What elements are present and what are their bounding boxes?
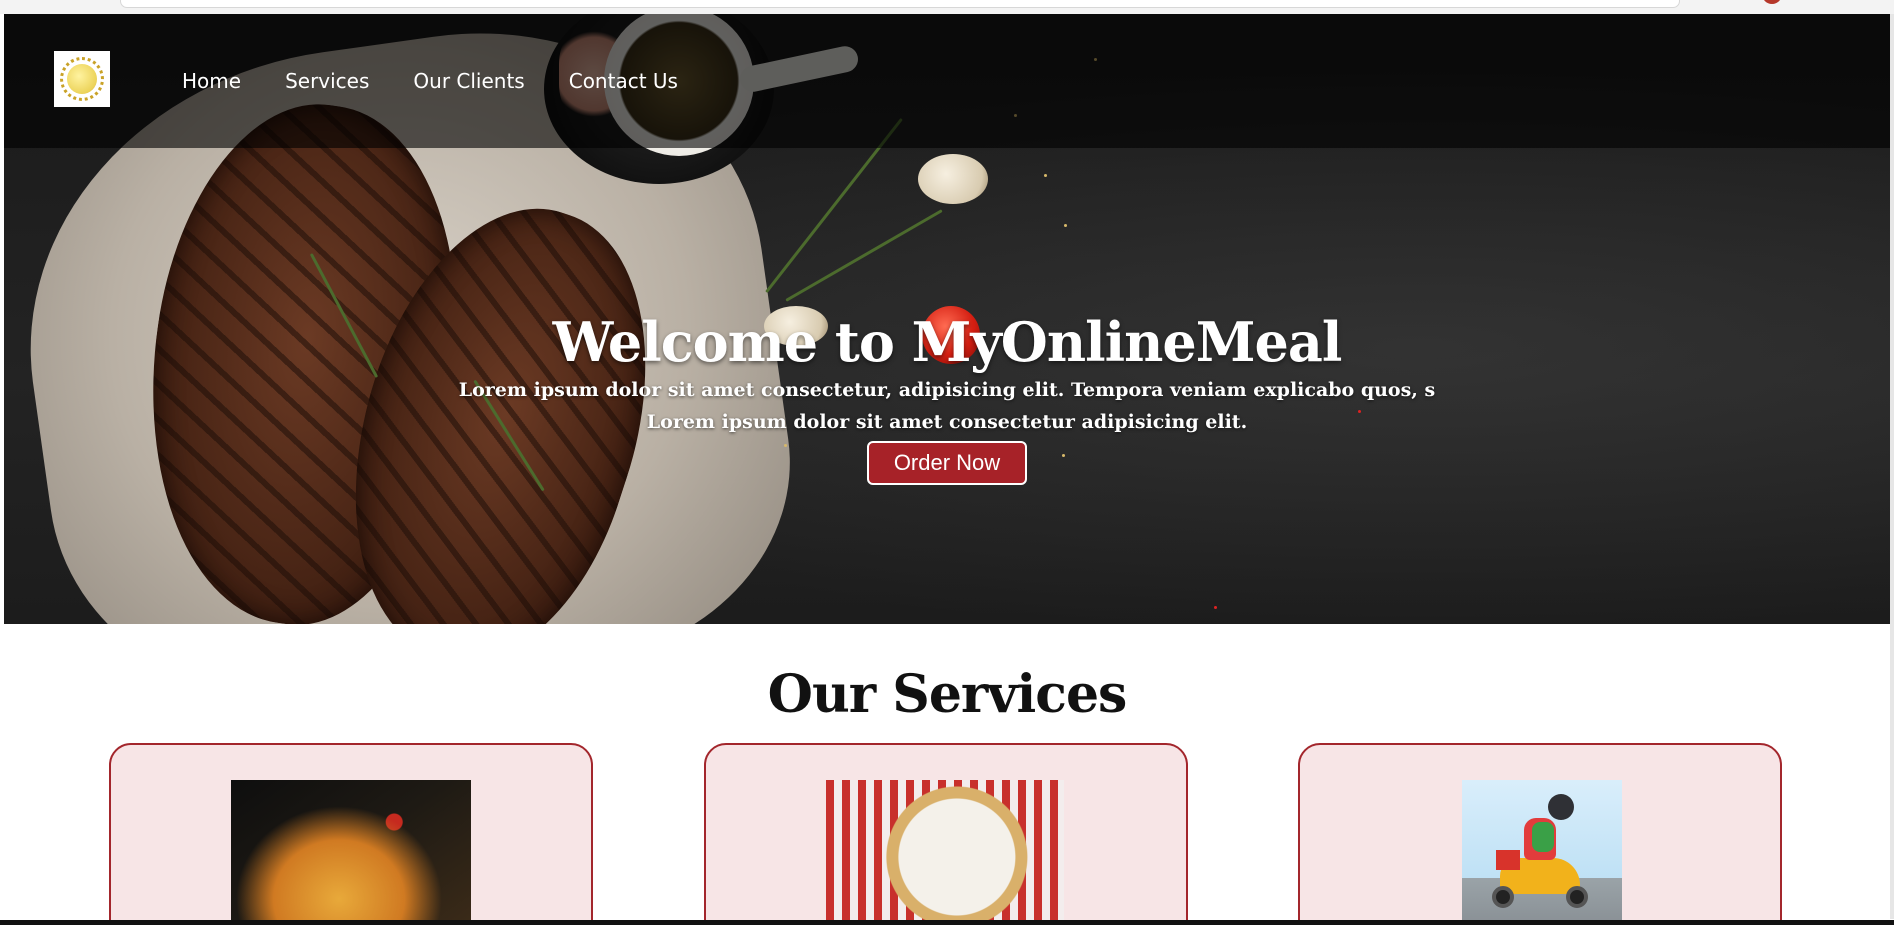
browser-toolbar bbox=[0, 0, 1894, 14]
delivery-scooter-image bbox=[1462, 780, 1622, 920]
profile-avatar[interactable] bbox=[1762, 0, 1782, 4]
navbar: Home Services Our Clients Contact Us bbox=[4, 14, 1890, 148]
rosemary-image bbox=[785, 209, 943, 302]
scooter-wheel bbox=[1566, 886, 1588, 908]
services-title: Our Services bbox=[767, 664, 1128, 725]
spice-speck bbox=[1044, 174, 1047, 177]
hero-section: Home Services Our Clients Contact Us Wel… bbox=[4, 14, 1890, 624]
pizza-slice-image bbox=[231, 780, 471, 920]
order-now-button[interactable]: Order Now bbox=[867, 441, 1027, 485]
scrollbar[interactable] bbox=[1890, 14, 1894, 919]
address-bar[interactable] bbox=[120, 0, 1680, 8]
site-logo[interactable] bbox=[54, 51, 110, 107]
service-card-dining[interactable] bbox=[704, 743, 1188, 920]
service-card-pizza[interactable] bbox=[109, 743, 593, 920]
spice-speck bbox=[1214, 606, 1217, 609]
hero-text-line-1: Lorem ipsum dolor sit amet consectetur, … bbox=[458, 379, 1436, 401]
pizza-plate-image bbox=[826, 780, 1064, 920]
rider-shirt bbox=[1532, 822, 1554, 852]
nav-link-services[interactable]: Services bbox=[285, 69, 369, 93]
nav-link-our-clients[interactable]: Our Clients bbox=[413, 69, 524, 93]
hero-title: Welcome to MyOnlineMeal bbox=[552, 310, 1343, 374]
page: Home Services Our Clients Contact Us Wel… bbox=[4, 14, 1890, 920]
taskbar-edge bbox=[0, 920, 1894, 925]
rider-helmet bbox=[1548, 794, 1574, 820]
service-card-delivery[interactable] bbox=[1298, 743, 1782, 920]
sun-icon bbox=[67, 64, 97, 94]
spice-speck bbox=[1064, 224, 1067, 227]
garlic-image bbox=[918, 154, 988, 204]
hero-content: Welcome to MyOnlineMeal Lorem ipsum dolo… bbox=[4, 310, 1890, 485]
delivery-box bbox=[1496, 850, 1520, 870]
nav-link-contact-us[interactable]: Contact Us bbox=[569, 69, 678, 93]
hero-text-line-2: Lorem ipsum dolor sit amet consectetur a… bbox=[646, 411, 1248, 433]
nav-link-home[interactable]: Home bbox=[182, 69, 241, 93]
nav-links: Home Services Our Clients Contact Us bbox=[182, 69, 722, 93]
scooter-wheel bbox=[1492, 886, 1514, 908]
